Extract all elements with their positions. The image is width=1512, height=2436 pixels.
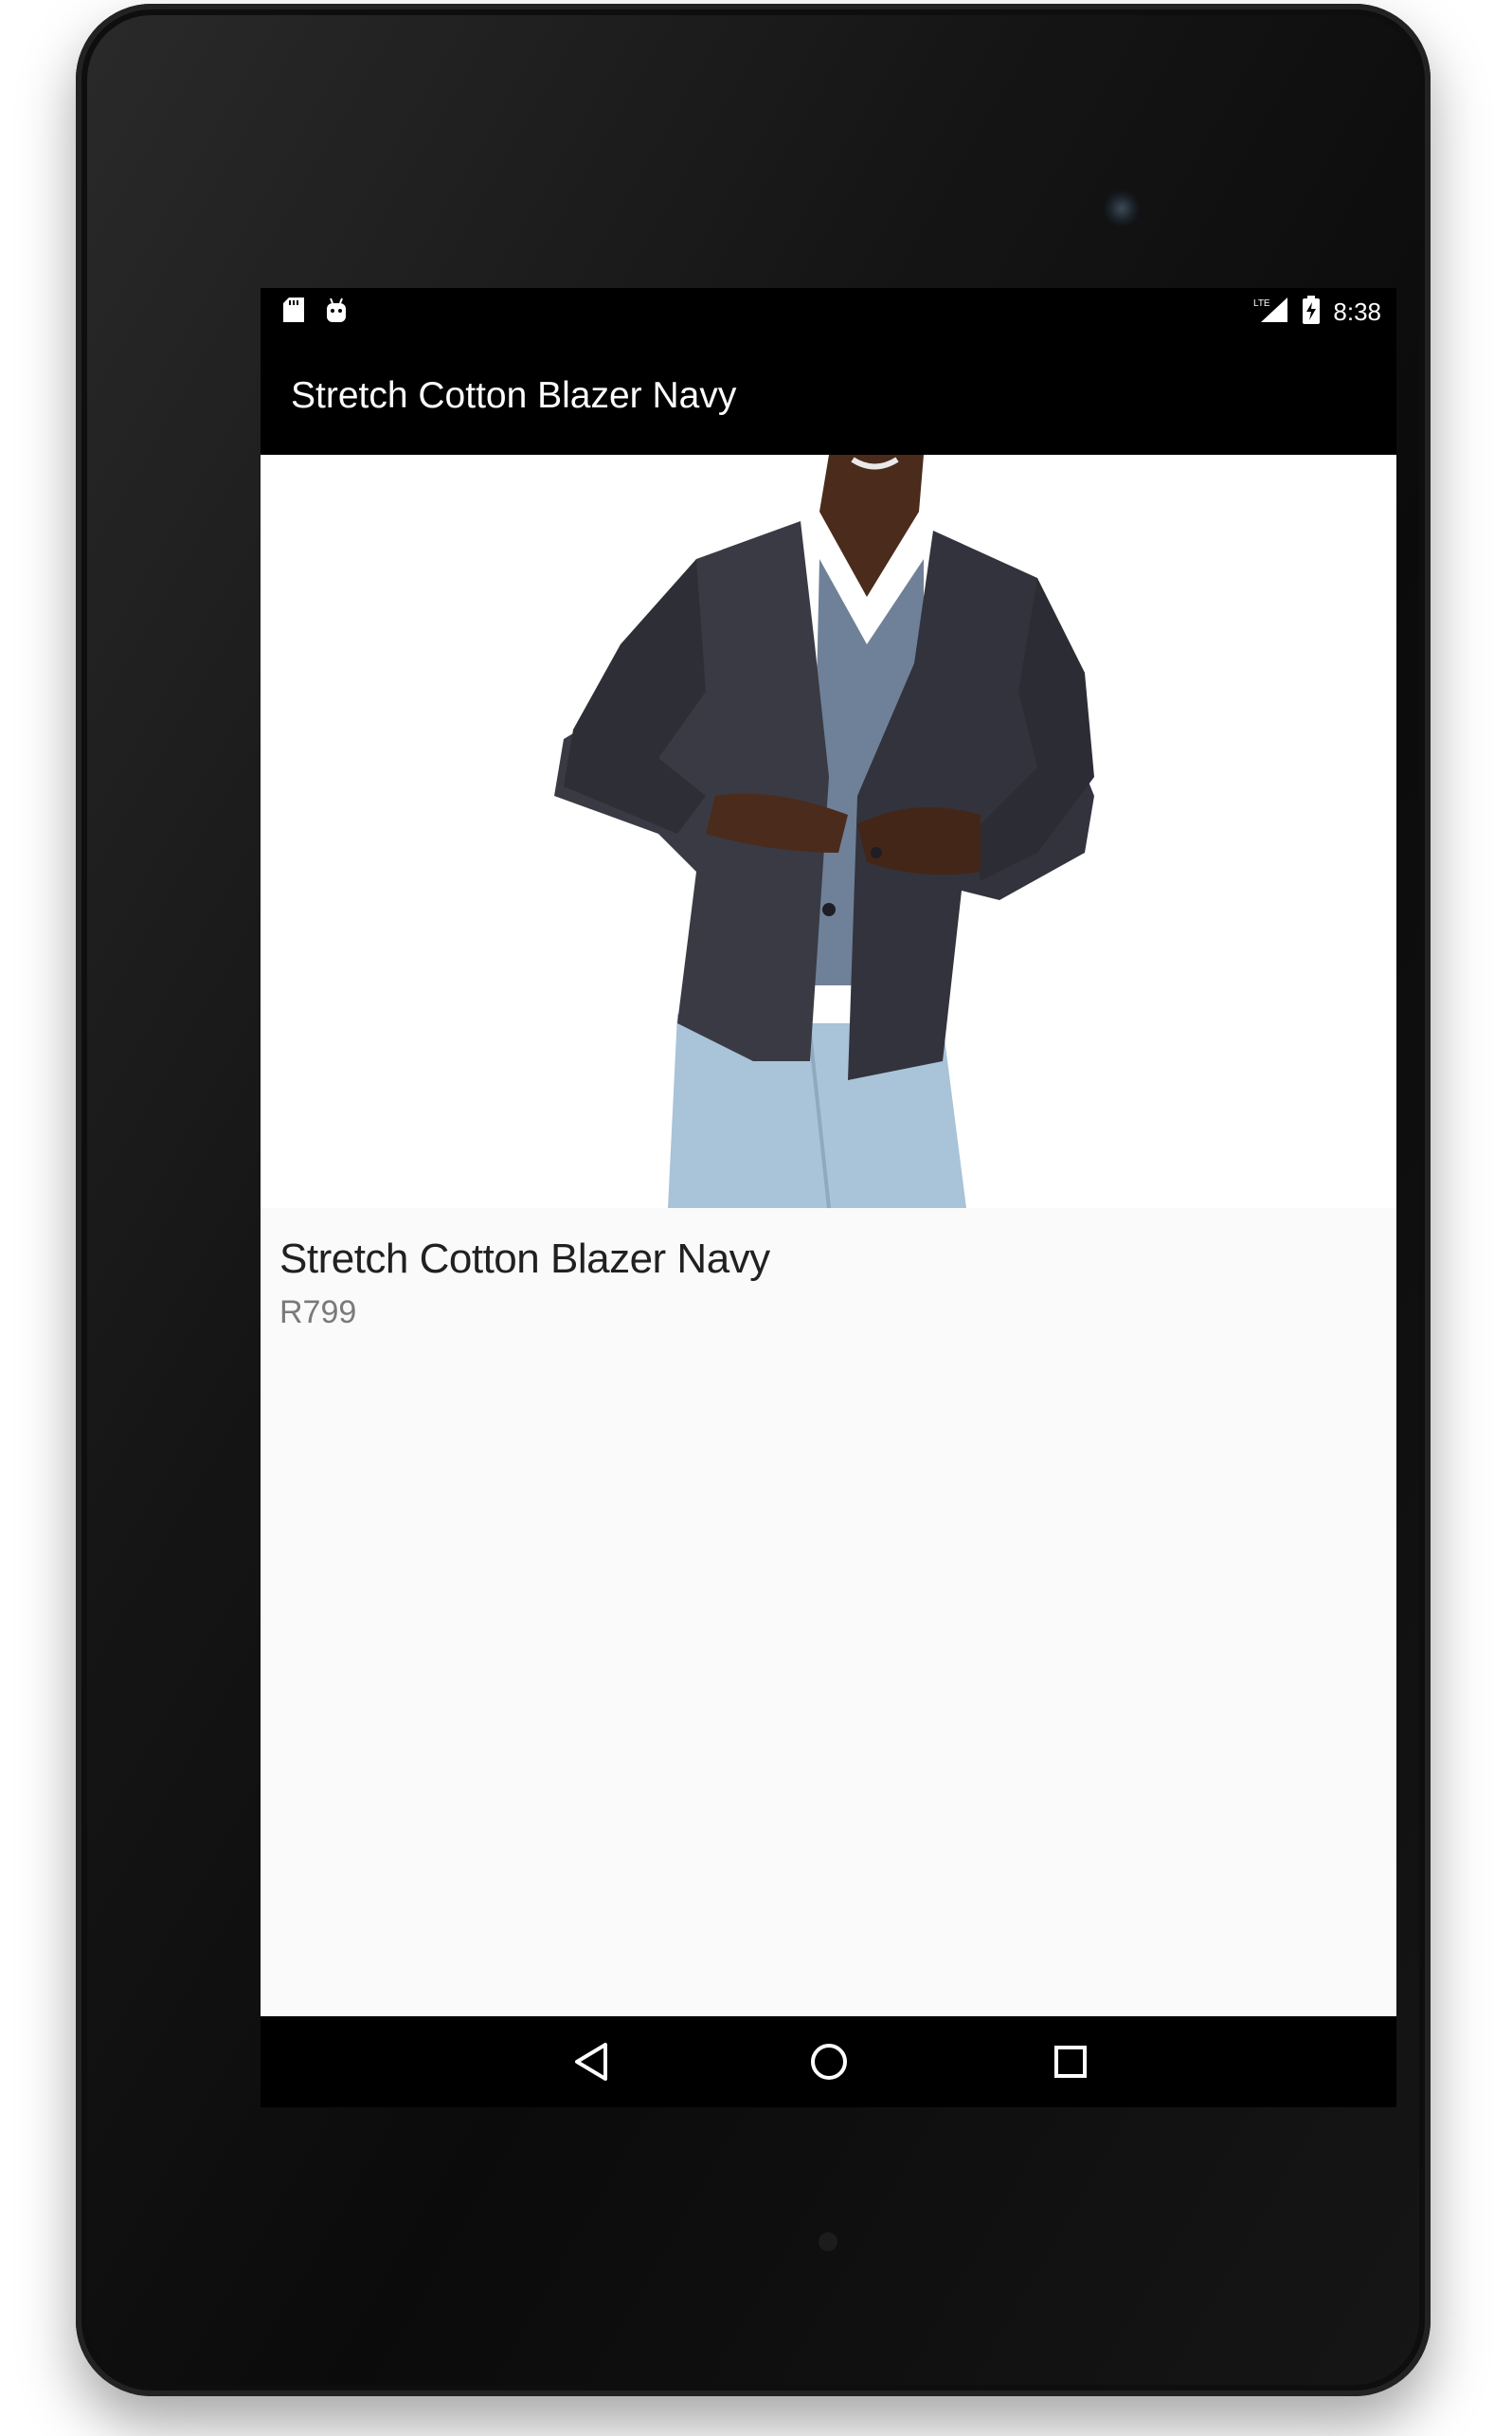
app-bar: Stretch Cotton Blazer Navy [261, 334, 1396, 455]
navigation-bar [261, 2016, 1396, 2107]
product-price: R799 [279, 1294, 357, 1330]
status-bar: LTE 8:38 [261, 288, 1396, 334]
status-left-icons [283, 298, 348, 327]
svg-text:LTE: LTE [1253, 298, 1270, 309]
android-debug-icon [325, 298, 348, 327]
product-name: Stretch Cotton Blazer Navy [279, 1236, 770, 1282]
battery-charging-icon [1303, 296, 1321, 329]
lte-signal-icon: LTE [1253, 296, 1289, 329]
app-title: Stretch Cotton Blazer Navy [291, 375, 737, 416]
tablet-frame: LTE 8:38 Stretch Cotton Blazer Navy Stre… [76, 4, 1431, 2396]
recents-icon[interactable] [1042, 2033, 1099, 2090]
status-time: 8:38 [1333, 298, 1381, 326]
product-image[interactable] [261, 455, 1396, 1208]
front-camera [1103, 189, 1141, 227]
sensor-dot [819, 2232, 837, 2251]
device-screen: LTE 8:38 Stretch Cotton Blazer Navy Stre… [261, 288, 1396, 2107]
home-icon[interactable] [801, 2033, 857, 2090]
product-photo [554, 455, 1094, 1208]
sd-card-icon [283, 298, 304, 327]
status-right-icons: LTE 8:38 [1253, 296, 1381, 329]
back-icon[interactable] [564, 2033, 621, 2090]
